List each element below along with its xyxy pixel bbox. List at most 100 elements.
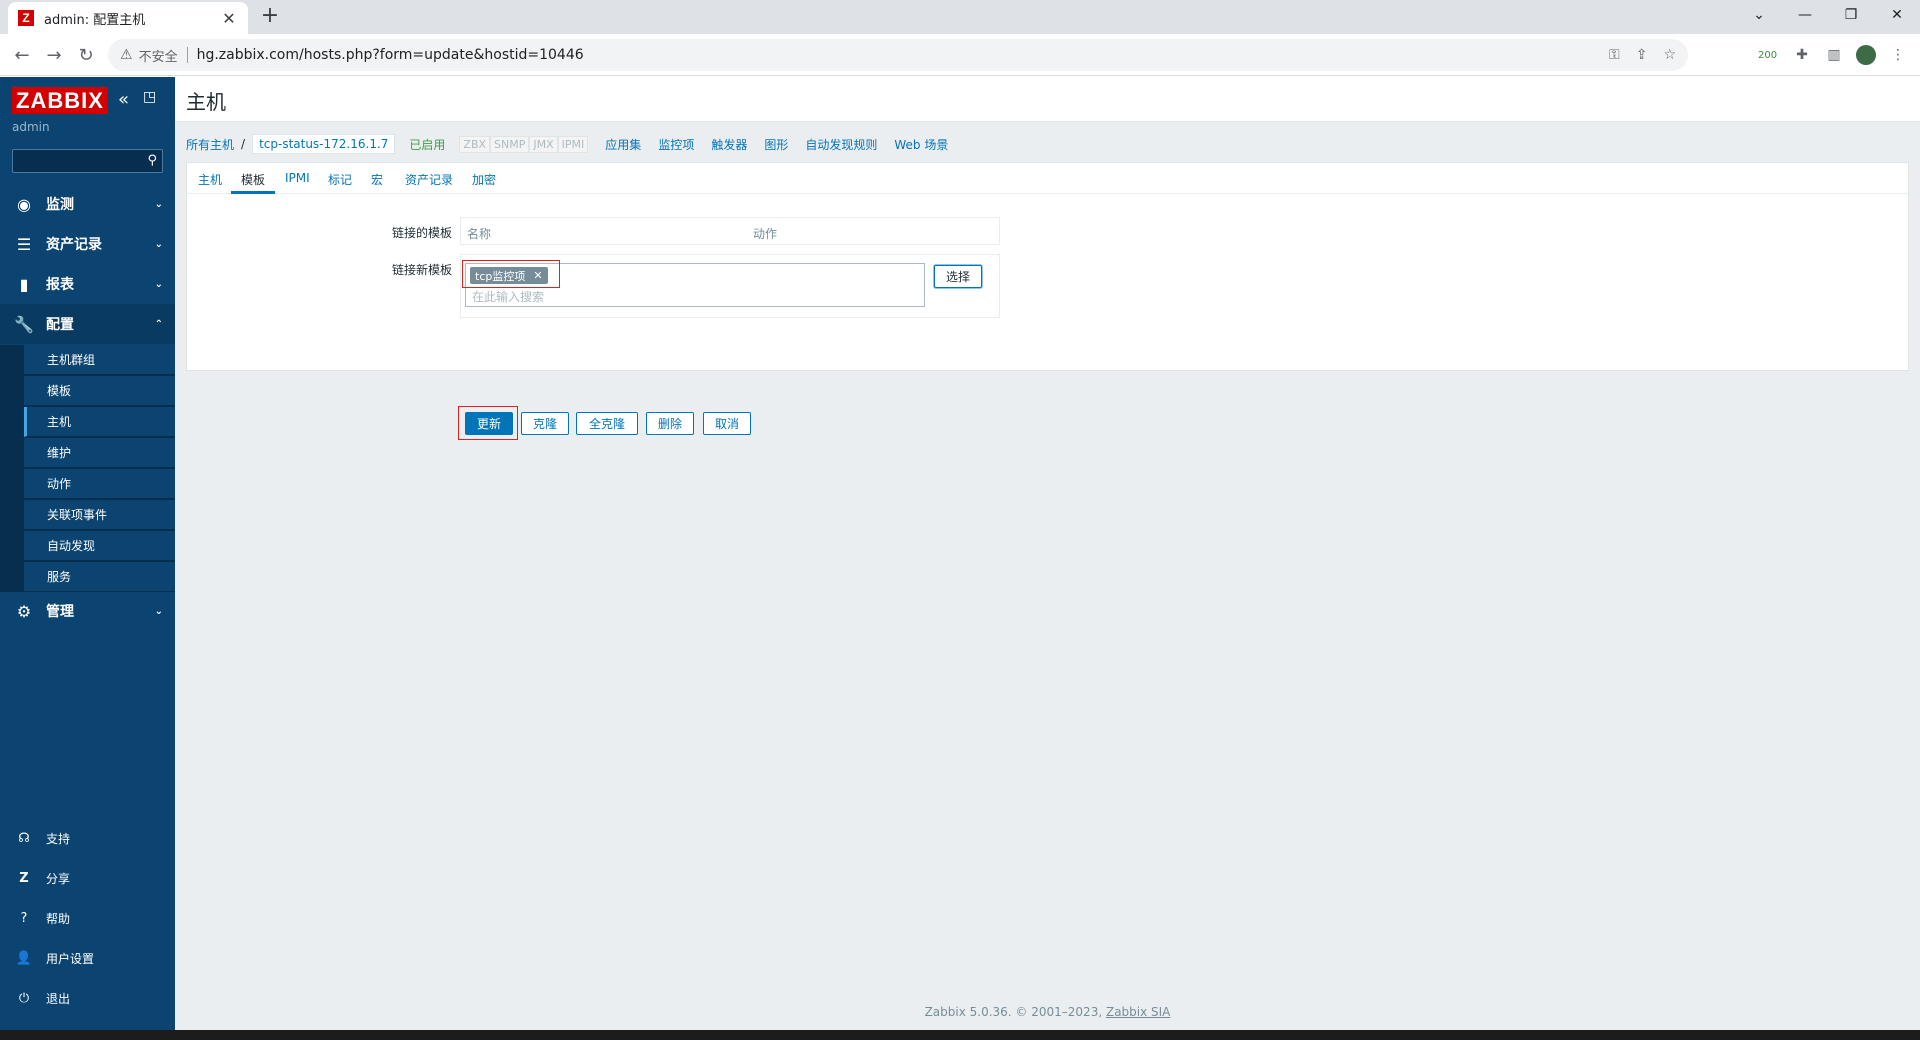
- highlight-annotation: [462, 260, 560, 288]
- table-header-action: 动作: [753, 227, 778, 241]
- warning-icon: ⚠: [120, 47, 133, 63]
- restore-icon[interactable]: ❐: [1828, 0, 1874, 30]
- nav-triggers[interactable]: 触发器: [711, 136, 747, 153]
- submenu-templates[interactable]: 模板: [24, 376, 175, 406]
- submenu-host-groups[interactable]: 主机群组: [24, 345, 175, 375]
- config-submenu: 主机群组 模板 主机 维护 动作 关联项事件 自动发现 服务: [0, 345, 175, 592]
- tab-ipmi[interactable]: IPMI: [285, 171, 310, 185]
- share-icon[interactable]: ⇪: [1636, 47, 1648, 63]
- menu-label: 退出: [46, 991, 71, 1006]
- reload-icon[interactable]: ↻: [74, 43, 98, 67]
- breadcrumb-current-host[interactable]: tcp-status-172.16.1.7: [252, 134, 396, 154]
- submenu-event-correlation[interactable]: 关联项事件: [24, 500, 175, 530]
- zabbix-share-icon: Z: [19, 870, 29, 886]
- menu-share[interactable]: Z 分享: [0, 862, 175, 894]
- menu-sign-out[interactable]: ⏻ 退出: [0, 982, 175, 1014]
- menu-help[interactable]: ? 帮助: [0, 902, 175, 934]
- tab-tags[interactable]: 标记: [328, 171, 352, 188]
- nav-web-scenarios[interactable]: Web 场景: [894, 136, 948, 153]
- highlight-annotation: [458, 406, 518, 440]
- address-bar[interactable]: ⚠ 不安全 hg.zabbix.com/hosts.php?form=updat…: [108, 39, 1688, 71]
- power-icon: ⏻: [18, 990, 30, 1006]
- question-icon: ?: [20, 910, 28, 926]
- clone-button[interactable]: 克隆: [521, 412, 569, 435]
- kiosk-mode-icon[interactable]: ◳: [143, 89, 156, 105]
- browser-toolbar: ← → ↻ ⚠ 不安全 hg.zabbix.com/hosts.php?form…: [0, 34, 1920, 76]
- submenu-actions[interactable]: 动作: [24, 469, 175, 499]
- menu-support[interactable]: ☊ 支持: [0, 822, 175, 854]
- tab-encryption[interactable]: 加密: [472, 171, 496, 188]
- availability-jmx: JMX: [529, 135, 558, 153]
- search-icon[interactable]: ⚲: [147, 153, 157, 168]
- zabbix-favicon-icon: Z: [18, 10, 34, 26]
- close-window-icon[interactable]: ✕: [1874, 0, 1920, 30]
- host-form-card: 主机 模板 IPMI 标记 宏 资产记录 加密 链接的模板 名称 动作 链接新模…: [186, 162, 1909, 440]
- extension-badge[interactable]: 200: [1758, 43, 1777, 67]
- tab-close-icon[interactable]: ✕: [220, 9, 238, 28]
- tab-search-chevron-icon[interactable]: ⌄: [1736, 0, 1782, 30]
- zabbix-logo[interactable]: ZABBIX: [12, 87, 108, 114]
- menu-monitoring[interactable]: ◉ 监测 ⌄: [0, 184, 175, 224]
- browser-tab[interactable]: Z admin: 配置主机 ✕: [8, 2, 248, 34]
- profile-avatar-icon[interactable]: [1854, 43, 1878, 67]
- sidebar-username: admin: [12, 120, 50, 134]
- full-clone-button[interactable]: 全克隆: [576, 412, 638, 435]
- sidebar-search-input[interactable]: ⚲: [12, 149, 163, 173]
- availability-ipmi: IPMI: [557, 135, 589, 153]
- browser-menu-icon[interactable]: ⋮: [1886, 43, 1910, 67]
- host-status-badge[interactable]: 已启用: [409, 136, 445, 153]
- minimize-icon[interactable]: —: [1782, 0, 1828, 30]
- back-icon[interactable]: ←: [10, 43, 34, 67]
- nav-applications[interactable]: 应用集: [605, 136, 641, 153]
- chevron-down-icon: ⌄: [154, 238, 163, 250]
- tab-host[interactable]: 主机: [198, 171, 222, 188]
- menu-administration[interactable]: ⚙ 管理 ⌄: [0, 591, 175, 631]
- availability-snmp: SNMP: [490, 135, 530, 153]
- submenu-hosts[interactable]: 主机: [24, 407, 175, 437]
- nav-items[interactable]: 监控项: [658, 136, 694, 153]
- menu-user-settings[interactable]: 👤 用户设置: [0, 942, 175, 974]
- select-template-button[interactable]: 选择: [934, 265, 982, 288]
- chevron-up-icon: ⌃: [154, 318, 163, 330]
- menu-reports[interactable]: ▮ 报表 ⌄: [0, 264, 175, 304]
- wrench-icon: 🔧: [14, 314, 34, 334]
- forward-icon[interactable]: →: [42, 43, 66, 67]
- submenu-services[interactable]: 服务: [24, 562, 175, 592]
- menu-inventory[interactable]: ☰ 资产记录 ⌄: [0, 224, 175, 264]
- bookmark-star-icon[interactable]: ☆: [1663, 47, 1676, 63]
- linked-templates-label: 链接的模板: [391, 226, 452, 240]
- new-tab-icon[interactable]: +: [258, 5, 282, 29]
- breadcrumb-all-hosts[interactable]: 所有主机: [186, 136, 234, 153]
- linked-templates-table: 名称 动作: [460, 217, 1000, 245]
- menu-label: 报表: [46, 277, 74, 293]
- template-search-input[interactable]: 在此输入搜索: [472, 288, 544, 305]
- omnibox-separator: [186, 47, 188, 63]
- collapse-sidebar-icon[interactable]: «: [118, 89, 129, 110]
- menu-label: 帮助: [46, 911, 71, 926]
- link-new-templates-field: tcp监控项 ✕ 在此输入搜索 选择: [460, 254, 1000, 318]
- submenu-maintenance[interactable]: 维护: [24, 438, 175, 468]
- cancel-button[interactable]: 取消: [703, 412, 751, 435]
- submenu-discovery[interactable]: 自动发现: [24, 531, 175, 561]
- page-title: 主机: [186, 90, 226, 114]
- tab-templates[interactable]: 模板: [241, 171, 265, 188]
- link-new-templates-label: 链接新模板: [391, 263, 452, 277]
- headset-icon: ☊: [18, 830, 30, 846]
- nav-graphs[interactable]: 图形: [764, 136, 788, 153]
- delete-button[interactable]: 删除: [646, 412, 694, 435]
- key-icon[interactable]: ⚿: [1609, 47, 1620, 63]
- footer-text: Zabbix 5.0.36. © 2001–2023,: [924, 1005, 1106, 1019]
- menu-label: 管理: [46, 604, 74, 620]
- tab-inventory[interactable]: 资产记录: [405, 171, 453, 188]
- page-header: 主机: [175, 77, 1920, 122]
- insecure-label: 不安全: [138, 49, 178, 65]
- breadcrumb: 所有主机 / tcp-status-172.16.1.7 已启用 ZBX SNM…: [186, 133, 948, 155]
- footer-zabbix-link[interactable]: Zabbix SIA: [1106, 1005, 1170, 1019]
- puzzle-extensions-icon[interactable]: ✚: [1790, 43, 1814, 67]
- nav-discovery-rules[interactable]: 自动发现规则: [805, 136, 877, 153]
- os-taskbar: [0, 1030, 1920, 1040]
- active-tab-indicator: [231, 191, 275, 194]
- menu-configuration[interactable]: 🔧 配置 ⌃: [0, 304, 175, 344]
- side-panel-icon[interactable]: ▥: [1822, 43, 1846, 67]
- tab-macros[interactable]: 宏: [371, 171, 383, 188]
